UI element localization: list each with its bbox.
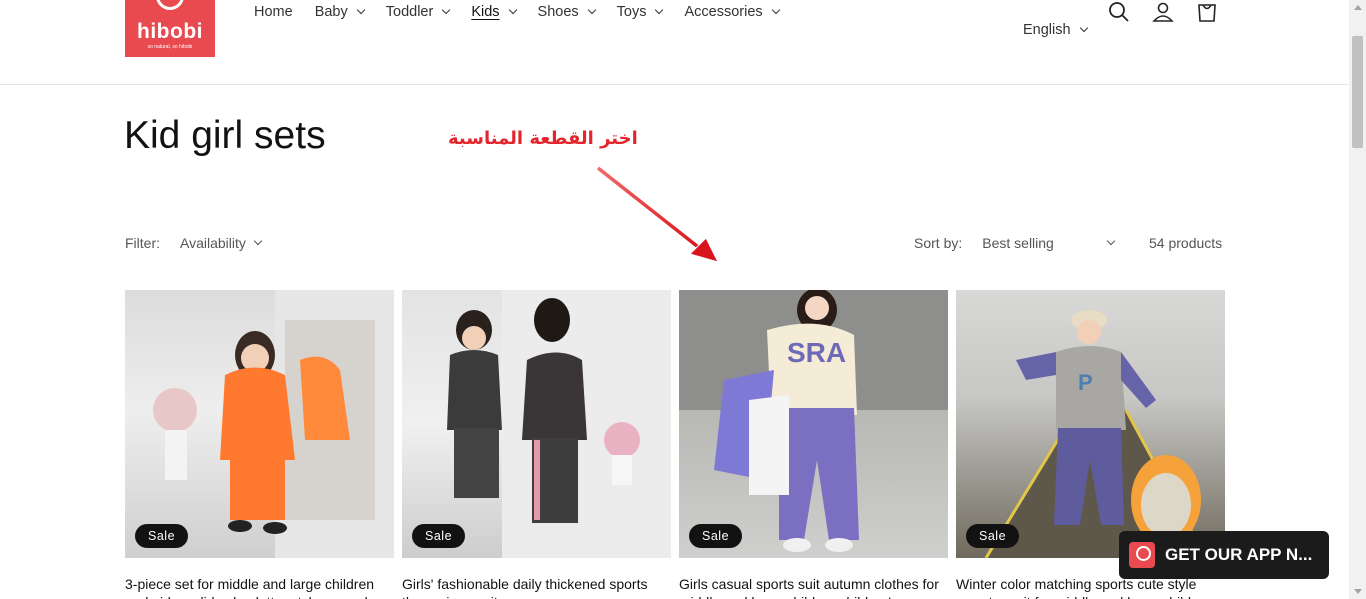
product-photo	[153, 290, 394, 558]
product-image[interactable]: Sale	[125, 290, 394, 558]
sort-bar: Sort by: Best selling	[914, 235, 1116, 251]
product-image[interactable]: Sale	[402, 290, 671, 558]
scroll-down-icon[interactable]	[1354, 589, 1362, 594]
logo-tagline: so natural, so hibobi	[147, 44, 193, 50]
nav-label: Shoes	[537, 4, 579, 20]
product-image[interactable]: P Sale	[956, 290, 1225, 558]
product-photo: SRA	[679, 290, 948, 552]
nav-item-home[interactable]: Home	[243, 3, 304, 21]
product-card[interactable]: SRA Sale Girls casual sports suit autumn…	[679, 290, 948, 599]
annotation-text: اختر القطعة المناسبة	[448, 128, 638, 149]
nav-item-toys[interactable]: Toys	[606, 3, 674, 21]
nav-item-shoes[interactable]: Shoes	[527, 3, 606, 21]
sale-badge: Sale	[135, 524, 189, 548]
nav-label: Toys	[616, 4, 647, 20]
product-photo: P	[984, 310, 1208, 558]
scrollbar-thumb[interactable]	[1352, 36, 1363, 148]
nav-label: Home	[254, 4, 293, 20]
account-icon[interactable]	[1151, 0, 1175, 24]
cart-icon[interactable]	[1195, 0, 1219, 24]
nav-label: Baby	[314, 4, 348, 20]
product-card[interactable]: Sale 3-piece set for middle and large ch…	[125, 290, 394, 599]
nav-label: Toddler	[385, 4, 434, 20]
nav-label: Accessories	[684, 4, 763, 20]
sort-label: Sort by:	[914, 235, 963, 251]
search-icon[interactable]	[1107, 0, 1131, 24]
sale-badge: Sale	[689, 524, 743, 548]
filter-label: Filter:	[125, 235, 160, 251]
chevron-down-icon	[655, 5, 664, 15]
nav-item-accessories[interactable]: Accessories	[673, 3, 789, 21]
get-app-button[interactable]: GET OUR APP N...	[1119, 531, 1329, 579]
product-count: 54 products	[1149, 235, 1223, 251]
product-image[interactable]: SRA Sale	[679, 290, 948, 558]
nav-item-kids[interactable]: Kids	[460, 3, 526, 21]
filter-bar: Filter: Availability	[125, 235, 263, 251]
nav-item-toddler[interactable]: Toddler	[375, 3, 461, 21]
chevron-down-icon	[1107, 236, 1116, 246]
language-label: English	[1023, 22, 1071, 38]
get-app-label: GET OUR APP N...	[1165, 545, 1313, 564]
chevron-down-icon	[1079, 23, 1088, 33]
product-photo	[447, 290, 671, 558]
availability-filter[interactable]: Availability	[180, 235, 263, 251]
sale-badge: Sale	[412, 524, 466, 548]
product-title[interactable]: 3-piece set for middle and large childre…	[125, 575, 394, 599]
chevron-down-icon	[356, 5, 365, 15]
page-title: Kid girl sets	[124, 114, 326, 157]
sale-badge: Sale	[966, 524, 1020, 548]
chevron-down-icon	[587, 5, 596, 15]
chevron-down-icon	[508, 5, 517, 15]
chevron-down-icon	[253, 236, 263, 246]
annotation-arrow-icon	[596, 165, 719, 263]
chevron-down-icon	[442, 5, 451, 15]
app-logo-icon	[1129, 542, 1155, 568]
nav-label: Kids	[471, 4, 500, 20]
page-scrollbar[interactable]	[1349, 0, 1366, 599]
main-nav: Home Baby Toddler Kids Shoes Toys Access…	[243, 3, 790, 21]
sort-select[interactable]: Best selling	[982, 235, 1116, 251]
svg-text:SRA: SRA	[787, 337, 846, 368]
svg-text:P: P	[1078, 370, 1093, 395]
nav-item-baby[interactable]: Baby	[304, 3, 375, 21]
product-title[interactable]: Girls' fashionable daily thickened sport…	[402, 575, 671, 599]
chevron-down-icon	[771, 5, 780, 15]
logo-brand-text: hibobi	[137, 20, 203, 43]
brand-logo[interactable]: hibobi so natural, so hibobi	[125, 0, 215, 57]
language-selector[interactable]: English	[1023, 22, 1088, 38]
product-title[interactable]: Girls casual sports suit autumn clothes …	[679, 575, 948, 599]
scroll-up-icon[interactable]	[1354, 5, 1362, 10]
availability-label: Availability	[180, 235, 246, 251]
site-header: hibobi so natural, so hibobi Home Baby T…	[0, 0, 1349, 85]
product-card[interactable]: Sale Girls' fashionable daily thickened …	[402, 290, 671, 599]
logo-face-icon	[156, 0, 184, 10]
sort-value: Best selling	[982, 235, 1054, 251]
